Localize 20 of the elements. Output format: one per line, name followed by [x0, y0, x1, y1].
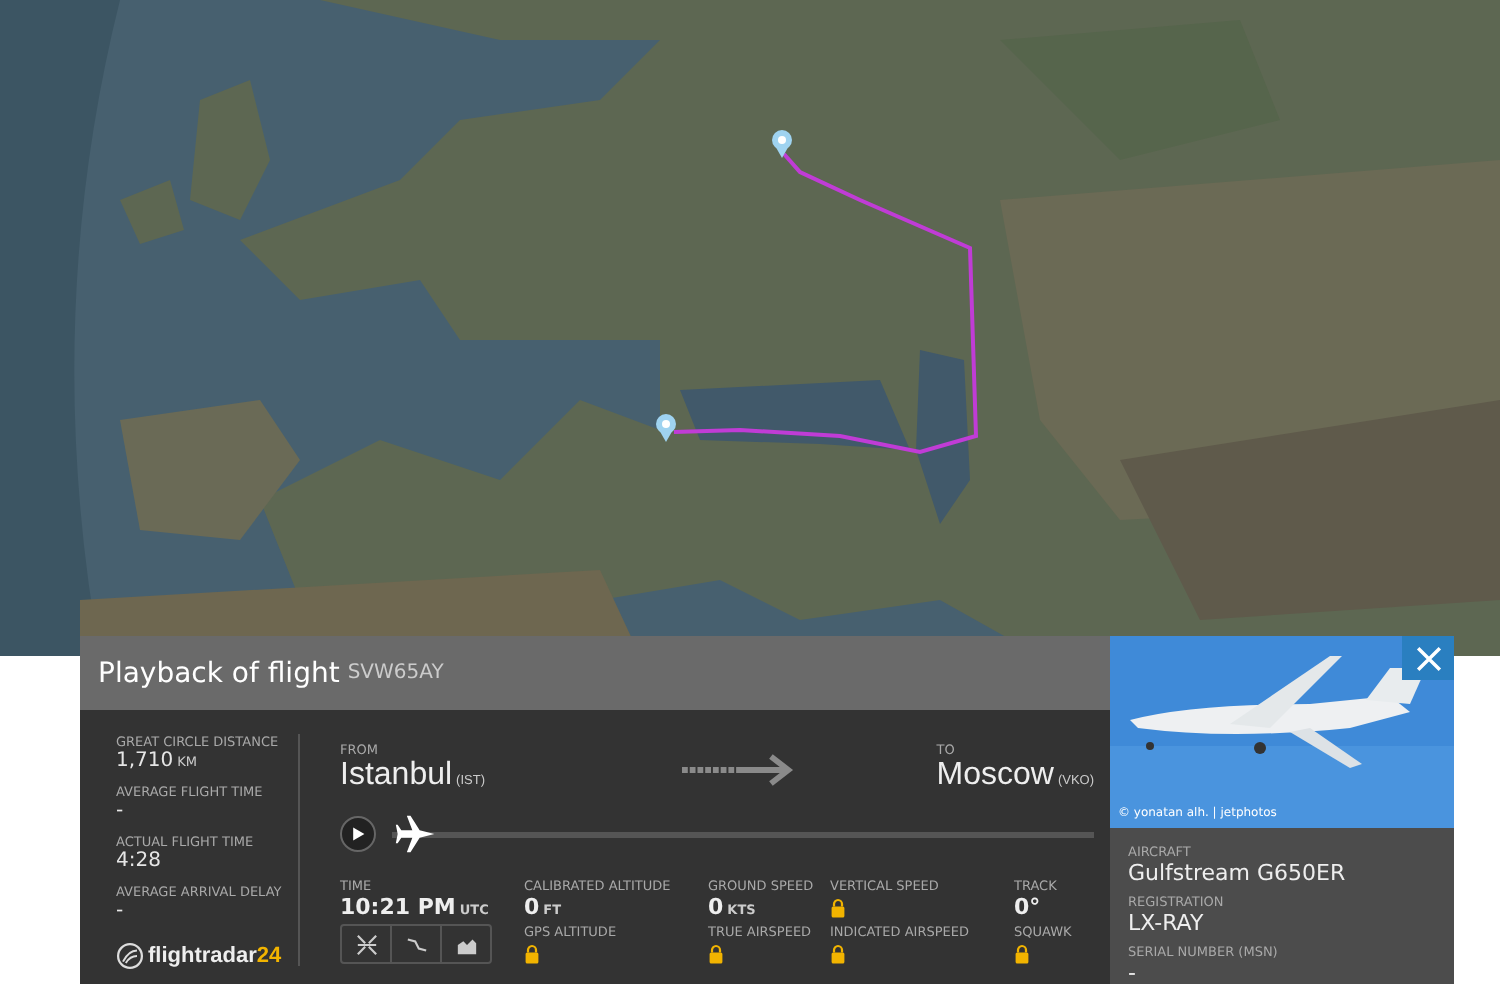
lock-icon — [830, 944, 846, 964]
route-line-icon — [405, 933, 427, 955]
field-value: - — [1128, 960, 1138, 986]
play-icon — [350, 826, 366, 842]
field-value: Gulfstream G650ER — [1128, 860, 1348, 886]
radar-icon — [116, 942, 144, 970]
collapse-arrows-icon — [355, 933, 377, 955]
lock-icon — [708, 944, 724, 964]
callsign: SVW65AY — [347, 662, 444, 684]
field-value: LX-RAY — [1128, 910, 1206, 936]
panel-title: Playback of flight — [98, 657, 340, 689]
play-button[interactable] — [340, 816, 376, 852]
stat-value: 4:28 — [116, 850, 163, 872]
stat-value: - — [116, 900, 126, 922]
logo-text: flightradar24 — [148, 944, 282, 968]
lock-icon — [830, 898, 846, 918]
stat-value: - — [116, 800, 126, 822]
metric-value: 0° — [1014, 894, 1043, 920]
lock-icon — [524, 944, 540, 964]
lock-icon — [1014, 944, 1030, 964]
